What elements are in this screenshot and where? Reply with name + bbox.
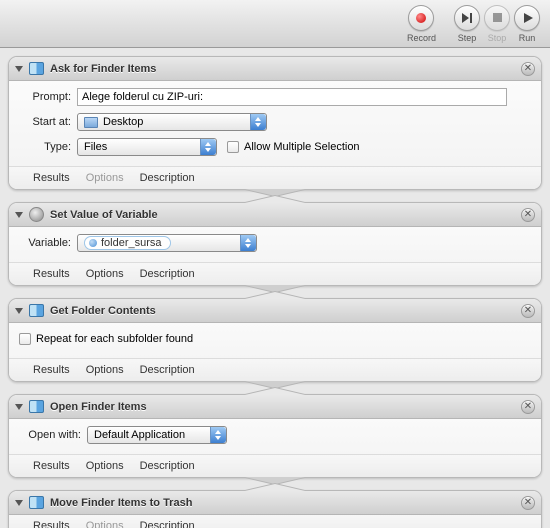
type-value: Files (84, 141, 107, 153)
run-label: Run (519, 33, 536, 43)
disclosure-icon[interactable] (15, 404, 23, 410)
openwith-label: Open with: (19, 429, 81, 441)
variable-value: folder_sursa (101, 237, 162, 249)
close-icon[interactable]: ✕ (521, 400, 535, 414)
close-icon[interactable]: ✕ (521, 208, 535, 222)
allow-multiple-checkbox[interactable] (227, 141, 239, 153)
variable-select[interactable]: folder_sursa (77, 234, 257, 252)
allow-multiple-label: Allow Multiple Selection (244, 141, 360, 153)
action-ask-finder-items[interactable]: Ask for Finder Items ✕ Prompt: Start at:… (8, 56, 542, 190)
description-tab[interactable]: Description (140, 172, 195, 184)
results-tab[interactable]: Results (33, 520, 70, 528)
folder-icon (84, 117, 98, 128)
connector (8, 477, 542, 491)
action-title: Get Folder Contents (50, 305, 521, 317)
openwith-value: Default Application (94, 429, 185, 441)
action-footer: Results Options Description (9, 263, 541, 285)
record-label: Record (407, 33, 436, 43)
type-select[interactable]: Files (77, 138, 217, 156)
automator-icon (29, 207, 44, 222)
results-tab[interactable]: Results (33, 460, 70, 472)
play-icon (524, 13, 533, 23)
action-title: Move Finder Items to Trash (50, 497, 521, 509)
prompt-label: Prompt: (19, 91, 71, 103)
stop-button: Stop (484, 5, 510, 43)
step-icon (462, 13, 472, 23)
action-set-variable[interactable]: Set Value of Variable ✕ Variable: folder… (8, 202, 542, 286)
action-footer: Results Options Description (9, 167, 541, 189)
repeat-subfolder-label: Repeat for each subfolder found (36, 333, 193, 345)
chevron-updown-icon (240, 235, 256, 251)
action-header[interactable]: Move Finder Items to Trash ✕ (9, 491, 541, 515)
action-title: Open Finder Items (50, 401, 521, 413)
disclosure-icon[interactable] (15, 66, 23, 72)
finder-icon (29, 400, 44, 413)
description-tab[interactable]: Description (140, 520, 195, 528)
step-label: Step (458, 33, 477, 43)
results-tab[interactable]: Results (33, 268, 70, 280)
description-tab[interactable]: Description (140, 364, 195, 376)
step-button[interactable]: Step (454, 5, 480, 43)
startat-select[interactable]: Desktop (77, 113, 267, 131)
connector (8, 381, 542, 395)
description-tab[interactable]: Description (140, 268, 195, 280)
options-tab[interactable]: Options (86, 520, 124, 528)
action-title: Ask for Finder Items (50, 63, 521, 75)
toolbar: Record Step Stop Run (0, 0, 550, 48)
type-label: Type: (19, 141, 71, 153)
variable-label: Variable: (19, 237, 71, 249)
disclosure-icon[interactable] (15, 212, 23, 218)
record-icon (416, 13, 426, 23)
close-icon[interactable]: ✕ (521, 62, 535, 76)
action-move-to-trash[interactable]: Move Finder Items to Trash ✕ Results Opt… (8, 490, 542, 528)
description-tab[interactable]: Description (140, 460, 195, 472)
chevron-updown-icon (210, 427, 226, 443)
variable-pill: folder_sursa (84, 236, 171, 250)
close-icon[interactable]: ✕ (521, 496, 535, 510)
finder-icon (29, 496, 44, 509)
action-footer: Results Options Description (9, 455, 541, 477)
action-title: Set Value of Variable (50, 209, 521, 221)
repeat-subfolder-checkbox[interactable] (19, 333, 31, 345)
workflow-area: Ask for Finder Items ✕ Prompt: Start at:… (0, 48, 550, 528)
prompt-input[interactable] (77, 88, 507, 106)
stop-label: Stop (488, 33, 507, 43)
options-tab[interactable]: Options (86, 268, 124, 280)
options-tab[interactable]: Options (86, 364, 124, 376)
startat-label: Start at: (19, 116, 71, 128)
action-header[interactable]: Set Value of Variable ✕ (9, 203, 541, 227)
action-footer: Results Options Description (9, 515, 541, 528)
action-get-folder-contents[interactable]: Get Folder Contents ✕ Repeat for each su… (8, 298, 542, 382)
action-footer: Results Options Description (9, 359, 541, 381)
chevron-updown-icon (250, 114, 266, 130)
connector (8, 285, 542, 299)
openwith-select[interactable]: Default Application (87, 426, 227, 444)
results-tab[interactable]: Results (33, 172, 70, 184)
action-header[interactable]: Open Finder Items ✕ (9, 395, 541, 419)
options-tab[interactable]: Options (86, 172, 124, 184)
variable-dot-icon (89, 239, 97, 247)
finder-icon (29, 62, 44, 75)
options-tab[interactable]: Options (86, 460, 124, 472)
results-tab[interactable]: Results (33, 364, 70, 376)
close-icon[interactable]: ✕ (521, 304, 535, 318)
finder-icon (29, 304, 44, 317)
chevron-updown-icon (200, 139, 216, 155)
stop-icon (493, 13, 502, 22)
run-button[interactable]: Run (514, 5, 540, 43)
disclosure-icon[interactable] (15, 308, 23, 314)
record-button[interactable]: Record (407, 5, 436, 43)
action-open-finder-items[interactable]: Open Finder Items ✕ Open with: Default A… (8, 394, 542, 478)
startat-value: Desktop (103, 116, 143, 128)
connector (8, 189, 542, 203)
action-header[interactable]: Get Folder Contents ✕ (9, 299, 541, 323)
action-header[interactable]: Ask for Finder Items ✕ (9, 57, 541, 81)
disclosure-icon[interactable] (15, 500, 23, 506)
